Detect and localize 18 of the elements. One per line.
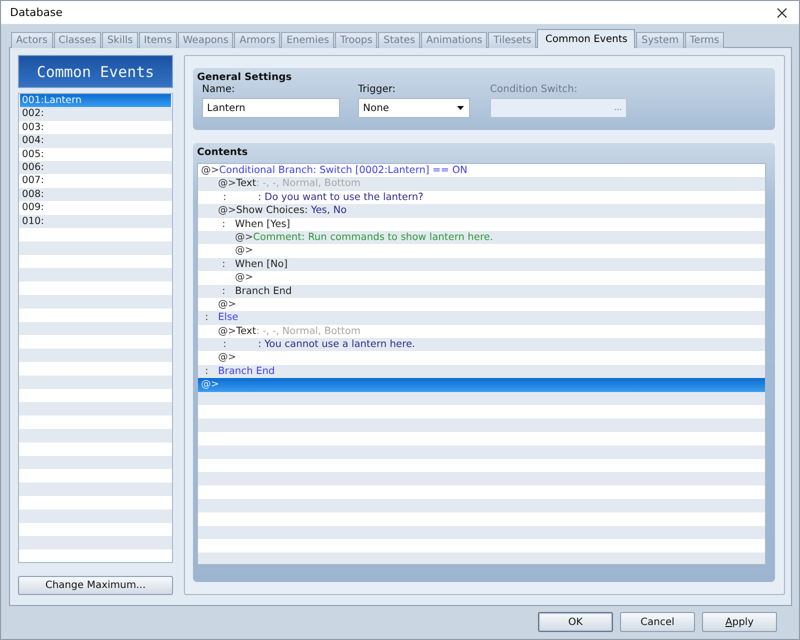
tab[interactable]: Common Events [537, 29, 636, 48]
group-title: General Settings [197, 71, 293, 84]
name-field[interactable]: Lantern [202, 98, 340, 118]
close-icon [777, 8, 787, 18]
field-label: Name: [202, 84, 236, 96]
event-list-item[interactable]: 001:Lantern [20, 94, 171, 108]
change-maximum-button[interactable]: Change Maximum... [18, 576, 173, 595]
window-title: Database [10, 6, 62, 19]
event-list-item[interactable]: 006: [20, 160, 171, 174]
field-label: Condition Switch: [490, 84, 578, 96]
dialog-button[interactable]: Cancel [620, 612, 695, 632]
group-title: Contents [197, 146, 249, 159]
dialog-button[interactable]: OK [538, 612, 613, 632]
list-header: Common Events [18, 55, 173, 88]
trigger-dropdown[interactable]: None [358, 98, 470, 118]
dialog-button[interactable]: Apply [702, 612, 777, 632]
field-label: Trigger: [358, 84, 397, 96]
caret-icon [457, 106, 464, 110]
